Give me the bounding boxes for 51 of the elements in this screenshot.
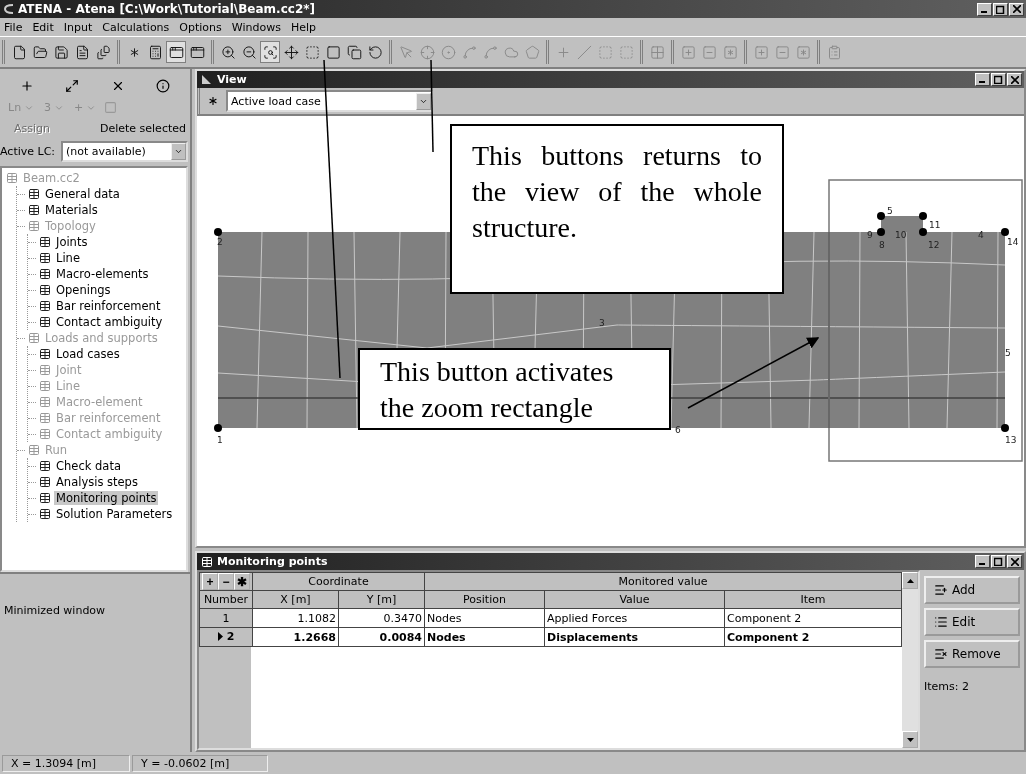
grid-tool-button[interactable]: − (218, 573, 234, 590)
menu-item[interactable]: Windows (231, 20, 281, 34)
side-button[interactable]: Add (924, 576, 1020, 604)
view-window-title: View (217, 73, 247, 86)
node-label: 4 (978, 230, 984, 240)
table-cell: 1.2668 (252, 627, 339, 647)
node-label: 3 (599, 318, 605, 328)
menu-item[interactable]: Edit (32, 20, 54, 34)
items-count: Items: 2 (924, 680, 970, 693)
node-label: 5 (887, 206, 893, 216)
active-lc-dropdown[interactable]: (not available) (61, 141, 188, 162)
table-cell: 1.1082 (252, 608, 339, 628)
status-text: X = 1.3094 [m] (2, 754, 130, 772)
node-label: 14 (1007, 237, 1019, 247)
grid-tool-button[interactable]: + (202, 573, 218, 590)
side-button[interactable]: Remove (924, 640, 1020, 668)
callout-text: This buttons returns to the view of the whole structure. (450, 124, 784, 294)
node-label: 13 (1005, 435, 1017, 445)
callout-text: This button activates the zoom rectangle (358, 348, 671, 430)
grid-tool-button[interactable]: ✱ (234, 573, 250, 590)
node-label: 9 (867, 230, 873, 240)
active-lc-label: Active LC: (0, 145, 56, 158)
column-group-header: Monitored value (424, 572, 902, 591)
window-title: ATENA - Atena [C:\Work\Tutorial\Beam.cc2*] (18, 2, 315, 16)
menu-item[interactable]: Calculations (102, 20, 170, 34)
status-text: Y = -0.0602 [m] (132, 754, 268, 772)
table-cell: Component 2 (724, 608, 902, 628)
table-cell: Applied Forces (544, 608, 725, 628)
node-label: 12 (928, 240, 940, 250)
load-case-dropdown[interactable]: Active load case (226, 90, 433, 112)
menu-item[interactable]: Help (290, 20, 316, 34)
table-cell: 0.3470 (338, 608, 425, 628)
node-label: 8 (879, 240, 885, 250)
node-label: 10 (895, 230, 907, 240)
menu-item[interactable]: Options (179, 20, 222, 34)
menu-item[interactable]: Input (63, 20, 93, 34)
node-label: 11 (929, 220, 941, 230)
table-cell: 0.0084 (338, 627, 425, 647)
node-label: 5 (1005, 348, 1011, 358)
column-group-header: Coordinate (252, 572, 425, 591)
table-cell: Displacements (544, 627, 725, 647)
menu-item[interactable]: File (4, 20, 23, 34)
table-cell: Component 2 (724, 627, 902, 647)
delete-selected-button[interactable]: Delete selected (99, 122, 186, 135)
node-label: 6 (675, 425, 681, 435)
table-cell: Nodes (424, 608, 545, 628)
node-label: 2 (217, 237, 223, 247)
table-cell: Nodes (424, 627, 545, 647)
node-label: 1 (217, 435, 223, 445)
side-button[interactable]: Edit (924, 608, 1020, 636)
monitoring-window-title: Monitoring points (217, 555, 328, 568)
